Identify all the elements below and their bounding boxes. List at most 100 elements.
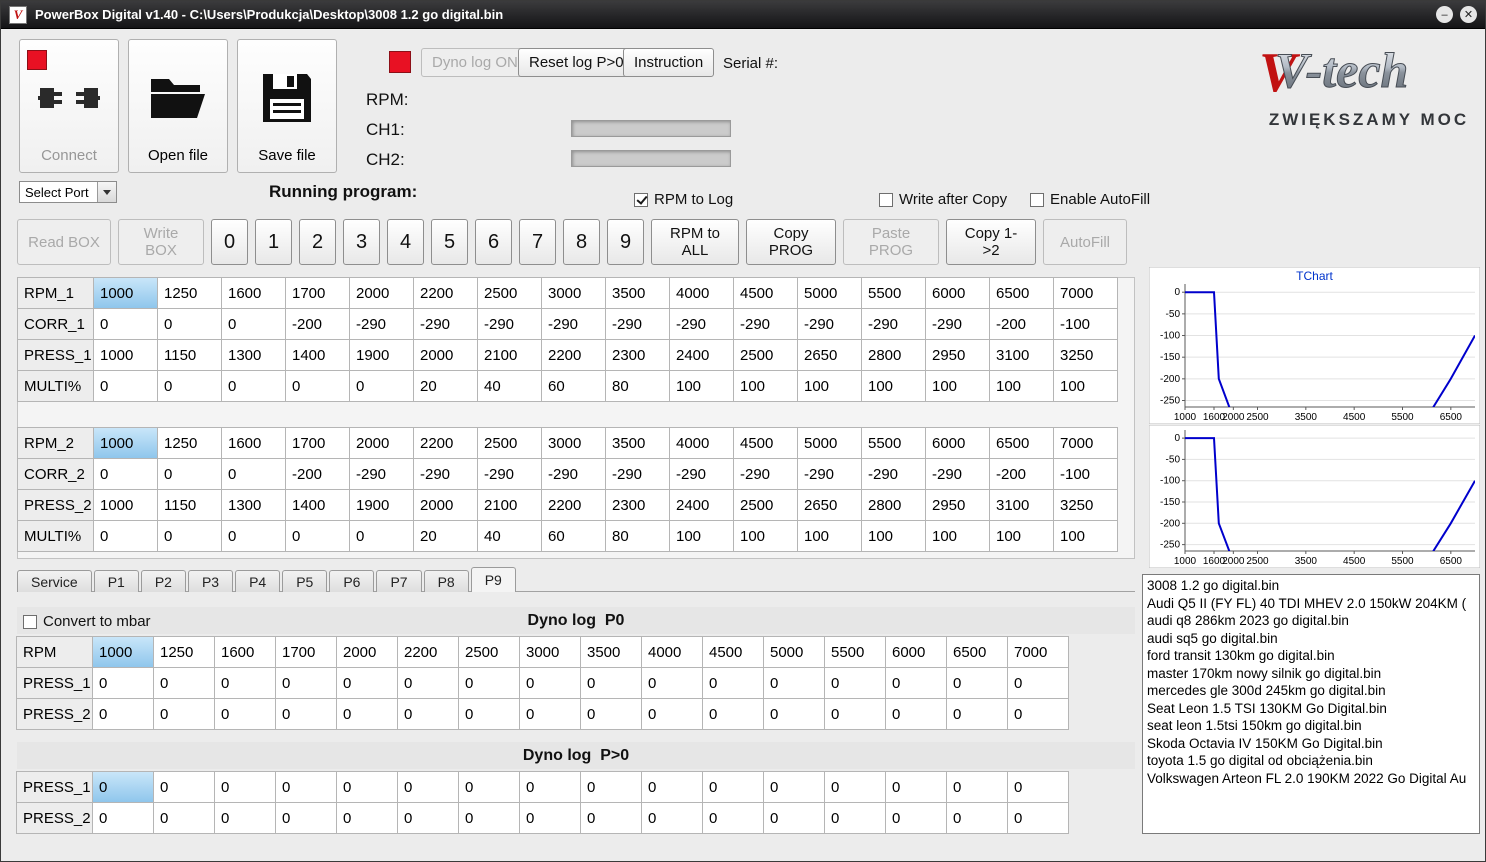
- cell-press-1-9[interactable]: 0: [641, 771, 703, 803]
- cell-rpm-7[interactable]: 3000: [519, 636, 581, 668]
- cell-press-1-9[interactable]: 0: [641, 667, 703, 699]
- cell-press-2-15[interactable]: 3250: [1053, 489, 1118, 521]
- file-list-item[interactable]: audi sq5 go digital.bin: [1143, 630, 1479, 648]
- cell-rpm-1-13[interactable]: 6000: [925, 277, 990, 309]
- cell-press-1-3[interactable]: 1400: [285, 339, 350, 371]
- cell-rpm-1-7[interactable]: 3000: [541, 277, 606, 309]
- cell-press-2-11[interactable]: 0: [763, 698, 825, 730]
- instruction-button[interactable]: Instruction: [623, 48, 715, 77]
- cell-press-1-12[interactable]: 2800: [861, 339, 926, 371]
- copy-1-to-2-button[interactable]: Copy 1->2: [946, 219, 1036, 265]
- cell-rpm-1-9[interactable]: 4000: [669, 277, 734, 309]
- tab-p6[interactable]: P6: [329, 570, 375, 592]
- digit-9-button[interactable]: 9: [607, 219, 644, 265]
- cell-rpm-2-10[interactable]: 4500: [733, 427, 798, 459]
- cell-press-1-4[interactable]: 0: [336, 771, 398, 803]
- cell-multi--13[interactable]: 100: [925, 370, 990, 402]
- cell-press-1-6[interactable]: 0: [458, 771, 520, 803]
- file-list-item[interactable]: master 170km nowy silnik go digital.bin: [1143, 665, 1479, 683]
- cell-corr-1-14[interactable]: -200: [989, 308, 1054, 340]
- cell-rpm-1-1[interactable]: 1250: [157, 277, 222, 309]
- file-list-item[interactable]: ford transit 130km go digital.bin: [1143, 647, 1479, 665]
- cell-press-2-3[interactable]: 1400: [285, 489, 350, 521]
- cell-multi--11[interactable]: 100: [797, 520, 862, 552]
- cell-corr-2-7[interactable]: -290: [541, 458, 606, 490]
- cell-press-2-11[interactable]: 2650: [797, 489, 862, 521]
- cell-press-2-1[interactable]: 0: [153, 698, 215, 730]
- tab-p9[interactable]: P9: [470, 567, 516, 592]
- cell-multi--6[interactable]: 40: [477, 520, 542, 552]
- cell-corr-1-8[interactable]: -290: [605, 308, 670, 340]
- cell-rpm-2-14[interactable]: 6500: [989, 427, 1054, 459]
- file-list-item[interactable]: mercedes gle 300d 245km go digital.bin: [1143, 682, 1479, 700]
- cell-press-1-15[interactable]: 0: [1007, 771, 1069, 803]
- tab-p1[interactable]: P1: [93, 570, 139, 592]
- cell-rpm-1-10[interactable]: 4500: [733, 277, 798, 309]
- cell-press-2-6[interactable]: 2100: [477, 489, 542, 521]
- cell-rpm-5[interactable]: 2200: [397, 636, 459, 668]
- cell-press-2-9[interactable]: 0: [641, 698, 703, 730]
- cell-corr-2-2[interactable]: 0: [221, 458, 286, 490]
- file-list-item[interactable]: Audi Q5 II (FY FL) 40 TDI MHEV 2.0 150kW…: [1143, 595, 1479, 613]
- tab-p8[interactable]: P8: [423, 570, 469, 592]
- cell-corr-1-15[interactable]: -100: [1053, 308, 1118, 340]
- write-after-copy-checkbox[interactable]: Write after Copy: [879, 191, 1007, 208]
- cell-corr-1-3[interactable]: -200: [285, 308, 350, 340]
- digit-8-button[interactable]: 8: [563, 219, 600, 265]
- digit-7-button[interactable]: 7: [519, 219, 556, 265]
- cell-press-1-8[interactable]: 0: [580, 771, 642, 803]
- cell-rpm-2[interactable]: 1600: [214, 636, 276, 668]
- cell-press-1-13[interactable]: 2950: [925, 339, 990, 371]
- cell-corr-2-1[interactable]: 0: [157, 458, 222, 490]
- cell-rpm-2-0[interactable]: 1000: [93, 427, 158, 459]
- close-button[interactable]: ✕: [1460, 6, 1477, 23]
- cell-multi--14[interactable]: 100: [989, 520, 1054, 552]
- cell-press-1-11[interactable]: 0: [763, 667, 825, 699]
- cell-rpm-1[interactable]: 1250: [153, 636, 215, 668]
- select-port-dropdown[interactable]: Select Port: [19, 181, 117, 203]
- cell-multi--8[interactable]: 80: [605, 370, 670, 402]
- cell-press-2-2[interactable]: 0: [214, 698, 276, 730]
- cell-corr-1-11[interactable]: -290: [797, 308, 862, 340]
- digit-4-button[interactable]: 4: [387, 219, 424, 265]
- save-file-button[interactable]: Save file: [237, 39, 337, 173]
- cell-press-2-12[interactable]: 0: [824, 802, 886, 834]
- cell-corr-1-12[interactable]: -290: [861, 308, 926, 340]
- cell-press-1-3[interactable]: 0: [275, 667, 337, 699]
- file-list-item[interactable]: toyota 1.5 go digital od obciążenia.bin: [1143, 752, 1479, 770]
- cell-multi--11[interactable]: 100: [797, 370, 862, 402]
- cell-press-2-3[interactable]: 0: [275, 698, 337, 730]
- cell-rpm-1-2[interactable]: 1600: [221, 277, 286, 309]
- cell-press-1-15[interactable]: 0: [1007, 667, 1069, 699]
- cell-rpm-0[interactable]: 1000: [92, 636, 154, 668]
- connect-button[interactable]: Connect: [19, 39, 119, 173]
- cell-rpm-6[interactable]: 2500: [458, 636, 520, 668]
- cell-rpm-2-4[interactable]: 2000: [349, 427, 414, 459]
- cell-multi--13[interactable]: 100: [925, 520, 990, 552]
- digit-1-button[interactable]: 1: [255, 219, 292, 265]
- cell-rpm-11[interactable]: 5000: [763, 636, 825, 668]
- cell-multi--9[interactable]: 100: [669, 370, 734, 402]
- cell-press-1-8[interactable]: 2300: [605, 339, 670, 371]
- cell-rpm-1-0[interactable]: 1000: [93, 277, 158, 309]
- cell-press-1-10[interactable]: 0: [702, 667, 764, 699]
- cell-rpm-15[interactable]: 7000: [1007, 636, 1069, 668]
- cell-multi--4[interactable]: 0: [349, 370, 414, 402]
- cell-rpm-12[interactable]: 5500: [824, 636, 886, 668]
- reset-log-button[interactable]: Reset log P>0: [518, 48, 635, 77]
- cell-rpm-4[interactable]: 2000: [336, 636, 398, 668]
- read-box-button[interactable]: Read BOX: [17, 219, 111, 265]
- cell-corr-1-1[interactable]: 0: [157, 308, 222, 340]
- cell-rpm-1-8[interactable]: 3500: [605, 277, 670, 309]
- cell-press-2-8[interactable]: 0: [580, 802, 642, 834]
- cell-corr-2-14[interactable]: -200: [989, 458, 1054, 490]
- convert-to-mbar-checkbox[interactable]: Convert to mbar: [23, 613, 151, 630]
- cell-press-2-4[interactable]: 1900: [349, 489, 414, 521]
- cell-press-1-15[interactable]: 3250: [1053, 339, 1118, 371]
- cell-press-1-2[interactable]: 1300: [221, 339, 286, 371]
- cell-press-2-4[interactable]: 0: [336, 802, 398, 834]
- cell-rpm-2-5[interactable]: 2200: [413, 427, 478, 459]
- cell-multi--1[interactable]: 0: [157, 520, 222, 552]
- cell-press-2-0[interactable]: 0: [92, 698, 154, 730]
- cell-press-1-14[interactable]: 3100: [989, 339, 1054, 371]
